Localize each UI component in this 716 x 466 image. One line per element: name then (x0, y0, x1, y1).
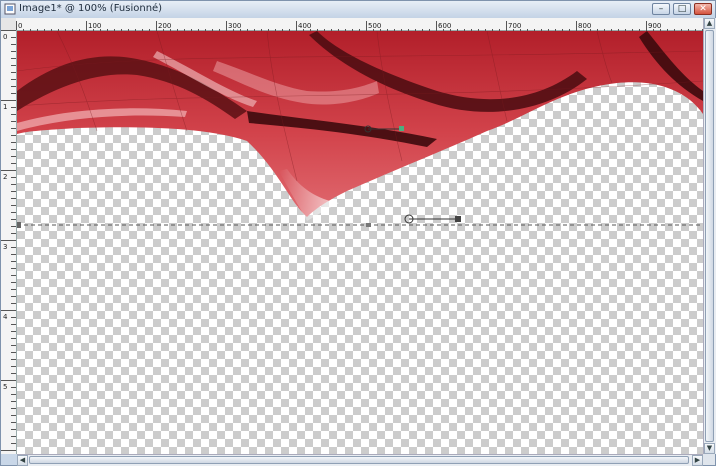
ruler-label: 0 (3, 33, 7, 41)
ruler-label: 4 (3, 313, 8, 321)
ruler-label: 500 (368, 22, 381, 30)
window-title: Image1* @ 100% (Fusionné) (19, 3, 163, 14)
vertical-scrollbar[interactable]: ▲ ▼ (703, 18, 716, 454)
guide-handle-left (17, 222, 21, 228)
horizontal-scroll-thumb[interactable] (29, 456, 689, 464)
scroll-left-button[interactable]: ◀ (17, 455, 28, 466)
guide-handle-mid (366, 223, 371, 227)
ruler-label: 0 (18, 22, 22, 30)
ruler-label: 100 (88, 22, 101, 30)
pivot-end (399, 126, 404, 131)
minimize-button[interactable]: – (652, 3, 670, 15)
resize-grip[interactable] (703, 454, 715, 465)
ruler-label: 800 (578, 22, 591, 30)
vertical-scroll-thumb[interactable] (705, 30, 714, 442)
ruler-label: 700 (508, 22, 521, 30)
ruler-label: 200 (158, 22, 171, 30)
ruler-label: 600 (438, 22, 451, 30)
scroll-up-button[interactable]: ▲ (704, 18, 715, 29)
horizontal-ruler: 0 100 200 300 400 500 600 700 800 900 (16, 18, 703, 33)
ruler-label: 2 (3, 173, 7, 181)
image-window: Image1* @ 100% (Fusionné) – □ ✕ 0 100 200 3… (0, 0, 716, 466)
ruler-label: 5 (3, 383, 7, 391)
vertical-ruler: 0 1 2 3 4 5 (1, 30, 17, 454)
maximize-button[interactable]: □ (673, 3, 691, 15)
ruler-label: 900 (648, 22, 661, 30)
ruler-label: 300 (228, 22, 241, 30)
image-canvas[interactable] (17, 31, 703, 454)
ruler-label: 400 (298, 22, 311, 30)
horizontal-scrollbar[interactable]: ◀ ▶ (17, 454, 703, 466)
ruler-label: 3 (3, 243, 7, 251)
close-button[interactable]: ✕ (694, 3, 712, 15)
ruler-label: 1 (3, 103, 7, 111)
title-bar[interactable]: Image1* @ 100% (Fusionné) – □ ✕ (1, 1, 715, 19)
image-document-icon (4, 3, 16, 15)
rotation-handle-end (455, 216, 461, 222)
scroll-right-button[interactable]: ▶ (692, 455, 703, 466)
layer-artwork (17, 31, 703, 228)
scroll-down-button[interactable]: ▼ (704, 443, 715, 454)
vertical-ruler-ticks: 0 1 2 3 4 5 (1, 30, 16, 451)
